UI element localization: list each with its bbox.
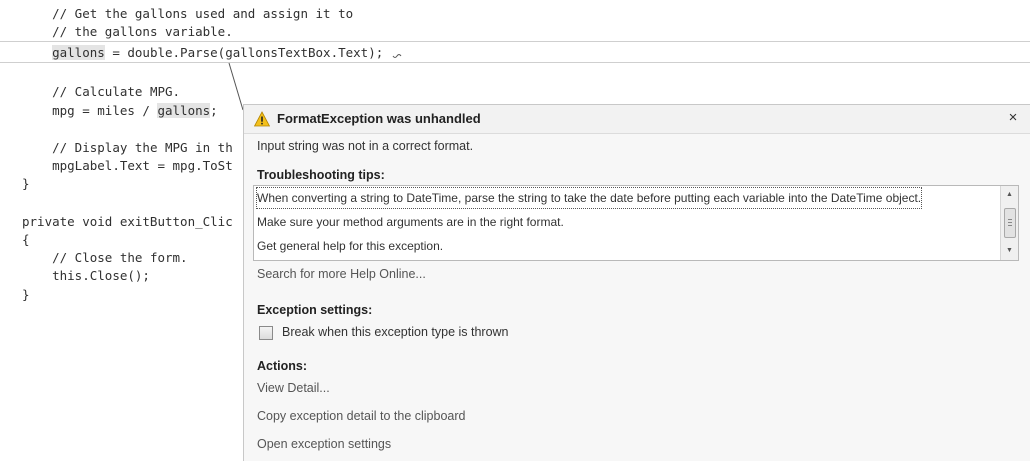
troubleshooting-tip[interactable]: Make sure your method arguments are in t… [257,212,564,232]
troubleshooting-tips-list[interactable]: When converting a string to DateTime, pa… [253,185,1019,261]
code-line: } [22,176,30,191]
exception-assistant-popup: FormatException was unhandled × Input st… [243,104,1030,461]
scroll-up-arrow-icon[interactable]: ▲ [1001,188,1018,202]
scroll-thumb[interactable] [1004,208,1016,238]
code-line: // Display the MPG in th [52,140,233,155]
warning-icon [254,111,270,127]
exception-message: Input string was not in a correct format… [257,139,474,153]
code-line: gallons = double.Parse(gallonsTextBox.Te… [52,45,384,60]
scroll-down-arrow-icon[interactable]: ▼ [1001,244,1018,258]
code-line: // Get the gallons used and assign it to [52,6,354,21]
highlighted-symbol: gallons [157,103,211,118]
popup-header: FormatException was unhandled × [244,105,1030,134]
highlighted-symbol: gallons [52,45,105,60]
code-line: // Calculate MPG. [52,84,181,99]
code-line: this.Close(); [52,268,150,283]
copy-exception-detail-link[interactable]: Copy exception detail to the clipboard [257,409,465,423]
code-line: { [22,232,30,247]
code-line: // the gallons variable. [52,24,233,39]
error-squiggle [392,54,402,58]
open-exception-settings-link[interactable]: Open exception settings [257,437,391,451]
exception-title: FormatException was unhandled [277,111,481,126]
code-line: } [22,287,30,302]
break-on-exception-label: Break when this exception type is thrown [282,325,509,339]
code-line: private void exitButton_Clic [22,214,233,229]
code-line: mpgLabel.Text = mpg.ToSt [52,158,233,173]
troubleshooting-heading: Troubleshooting tips: [257,168,385,182]
code-line: mpg = miles / gallons; [52,103,218,118]
troubleshooting-tip[interactable]: Get general help for this exception. [257,236,443,256]
code-line: // Close the form. [52,250,188,265]
actions-heading: Actions: [257,359,307,373]
tips-scrollbar[interactable]: ▲ ▼ [1000,186,1018,260]
search-help-online-link[interactable]: Search for more Help Online... [257,267,426,281]
break-on-exception-checkbox[interactable] [259,326,273,340]
view-detail-link[interactable]: View Detail... [257,381,330,395]
troubleshooting-tip[interactable]: When converting a string to DateTime, pa… [255,187,923,209]
exception-settings-heading: Exception settings: [257,303,373,317]
close-button[interactable]: × [1005,109,1021,127]
